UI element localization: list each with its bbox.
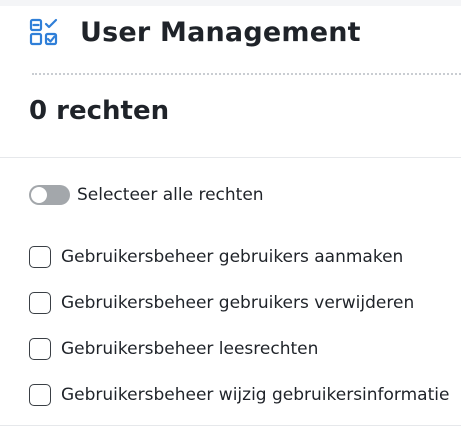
checkbox[interactable] xyxy=(29,292,51,314)
right-label: Gebruikersbeheer leesrechten xyxy=(61,339,319,359)
toggle-knob xyxy=(31,187,47,203)
top-strip xyxy=(0,0,461,6)
rights-count: 0 rechten xyxy=(29,96,170,126)
header: User Management xyxy=(29,15,361,49)
page-title: User Management xyxy=(80,16,361,48)
bottom-divider xyxy=(0,425,461,426)
right-item-delete-users[interactable]: Gebruikersbeheer gebruikers verwijderen xyxy=(29,291,449,315)
right-item-create-users[interactable]: Gebruikersbeheer gebruikers aanmaken xyxy=(29,245,449,269)
checkbox[interactable] xyxy=(29,384,51,406)
dotted-divider xyxy=(32,73,461,75)
checkbox[interactable] xyxy=(29,246,51,268)
rights-list: Gebruikersbeheer gebruikers aanmaken Geb… xyxy=(29,245,449,428)
right-label: Gebruikersbeheer gebruikers verwijderen xyxy=(61,293,415,313)
checklist-grid-icon xyxy=(29,18,58,46)
section-divider xyxy=(0,157,461,158)
right-label: Gebruikersbeheer wijzig gebruikersinform… xyxy=(61,385,450,405)
right-item-read-rights[interactable]: Gebruikersbeheer leesrechten xyxy=(29,337,449,361)
user-management-panel: User Management 0 rechten Selecteer alle… xyxy=(0,0,461,428)
checkbox[interactable] xyxy=(29,338,51,360)
right-label: Gebruikersbeheer gebruikers aanmaken xyxy=(61,247,404,267)
select-all-toggle-row[interactable]: Selecteer alle rechten xyxy=(29,184,264,206)
right-item-edit-user-info[interactable]: Gebruikersbeheer wijzig gebruikersinform… xyxy=(29,383,449,407)
select-all-label: Selecteer alle rechten xyxy=(77,185,264,205)
select-all-toggle[interactable] xyxy=(29,185,70,205)
